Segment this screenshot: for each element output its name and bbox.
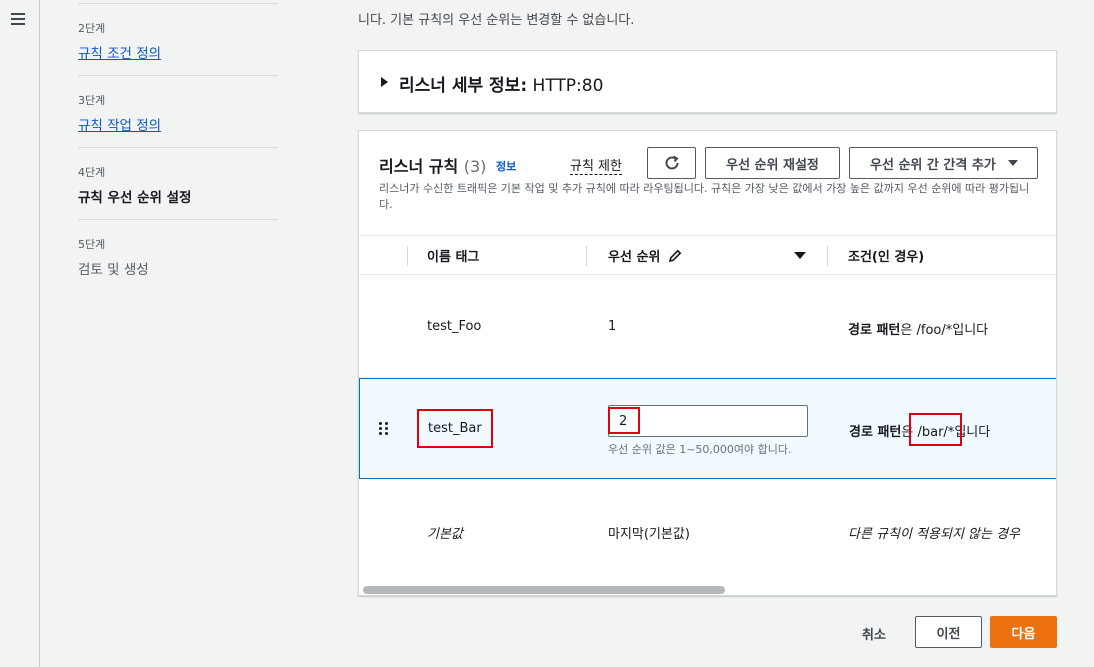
reset-priority-button[interactable]: 우선 순위 재설정 [705,147,840,179]
highlight-box [608,407,640,434]
info-link[interactable]: 정보 [496,158,516,174]
rule-name: 기본값 [427,527,463,542]
rule-priority: 1 [608,319,617,334]
rule-condition: 다른 규칙이 적용되지 않는 경우 [848,527,1021,542]
horizontal-scrollbar[interactable] [361,586,1056,595]
step-4-current: 규칙 우선 순위 설정 [78,190,192,206]
column-separator [586,246,587,266]
listener-details-title[interactable]: 리스너 세부 정보: HTTP:80 [399,71,603,96]
step-5-label: 검토 및 생성 [78,262,149,278]
caret-down-icon [1007,160,1018,166]
rule-limit-link[interactable]: 규칙 제한 [570,155,622,175]
refresh-icon [665,155,679,170]
condition-label: 경로 패턴 [849,425,902,440]
listener-rules-panel: 리스너 규칙 (3) 정보 규칙 제한 우선 순위 재설정 우선 순위 간 간격… [358,130,1057,596]
next-button[interactable]: 다음 [990,616,1057,648]
step-2: 2단계 규칙 조건 정의 [78,3,278,76]
condition-suffix: 입니다 [952,323,989,338]
column-separator [407,246,408,266]
rules-description: 리스너가 수신한 트래픽은 기본 작업 및 추가 규칙에 따라 라우팅됩니다. … [379,182,1030,211]
add-spacing-button[interactable]: 우선 순위 간 간격 추가 [849,147,1038,179]
column-separator [827,246,828,266]
expand-triangle-icon[interactable] [381,77,388,87]
table-row-selected[interactable]: test_Bar 우선 순위 값은 1~50,000여야 합니다. 경로 패턴은… [359,378,1056,479]
scrollbar-thumb[interactable] [363,586,725,594]
priority-header-label: 우선 순위 [608,250,661,265]
step-5: 5단계 검토 및 생성 [78,220,278,291]
drag-handle-icon[interactable] [379,422,389,436]
rules-count: (3) [463,157,487,176]
pencil-edit-icon[interactable] [668,249,682,263]
table-header: 이름 태그 우선 순위 조건(인 경우) [359,235,1056,275]
listener-details-label: 리스너 세부 정보: [399,76,528,96]
condition-label: 경로 패턴 [848,323,901,338]
step-number: 5단계 [78,238,106,251]
condition-particle: 은 [900,323,913,338]
highlight-box [417,409,493,448]
step-number: 2단계 [78,22,106,35]
condition-value: /foo/* [916,323,953,338]
highlight-box [909,413,962,446]
rules-title: 리스너 규칙 (3) [379,153,486,177]
rule-name: test_Foo [427,319,482,334]
column-header-name: 이름 태그 [427,250,480,265]
sort-caret-icon[interactable] [794,252,806,259]
cancel-button[interactable]: 취소 [862,624,886,643]
column-header-priority: 우선 순위 [608,236,682,275]
hamburger-menu-icon[interactable] [11,13,25,25]
wizard-steps: 2단계 규칙 조건 정의 3단계 규칙 작업 정의 4단계 규칙 우선 순위 설… [78,0,278,291]
previous-button[interactable]: 이전 [915,616,982,648]
add-spacing-label: 우선 순위 간 간격 추가 [870,157,996,173]
rule-condition: 경로 패턴은 /foo/*입니다 [848,319,988,338]
priority-help-text: 우선 순위 값은 1~50,000여야 합니다. [608,443,792,456]
step-number: 4단계 [78,166,106,179]
listener-details-value: HTTP:80 [532,76,604,96]
table-row[interactable]: 기본값 마지막(기본값) 다른 규칙이 적용되지 않는 경우 [359,480,1056,582]
nav-rail [0,0,40,667]
step-3-link[interactable]: 규칙 작업 정의 [78,114,278,134]
column-header-conditions: 조건(인 경우) [848,250,925,265]
table-row[interactable]: test_Foo 1 경로 패턴은 /foo/*입니다 [359,276,1056,378]
step-number: 3단계 [78,94,106,107]
step-2-link[interactable]: 규칙 조건 정의 [78,42,278,62]
step-4: 4단계 규칙 우선 순위 설정 [78,148,278,220]
rules-title-text: 리스너 규칙 [379,157,459,176]
step-3: 3단계 규칙 작업 정의 [78,76,278,148]
refresh-button[interactable] [647,147,696,179]
rule-priority: 마지막(기본값) [608,527,690,542]
intro-text: 니다. 기본 규칙의 우선 순위는 변경할 수 없습니다. [358,13,635,28]
listener-details-panel[interactable]: 리스너 세부 정보: HTTP:80 [358,50,1057,113]
